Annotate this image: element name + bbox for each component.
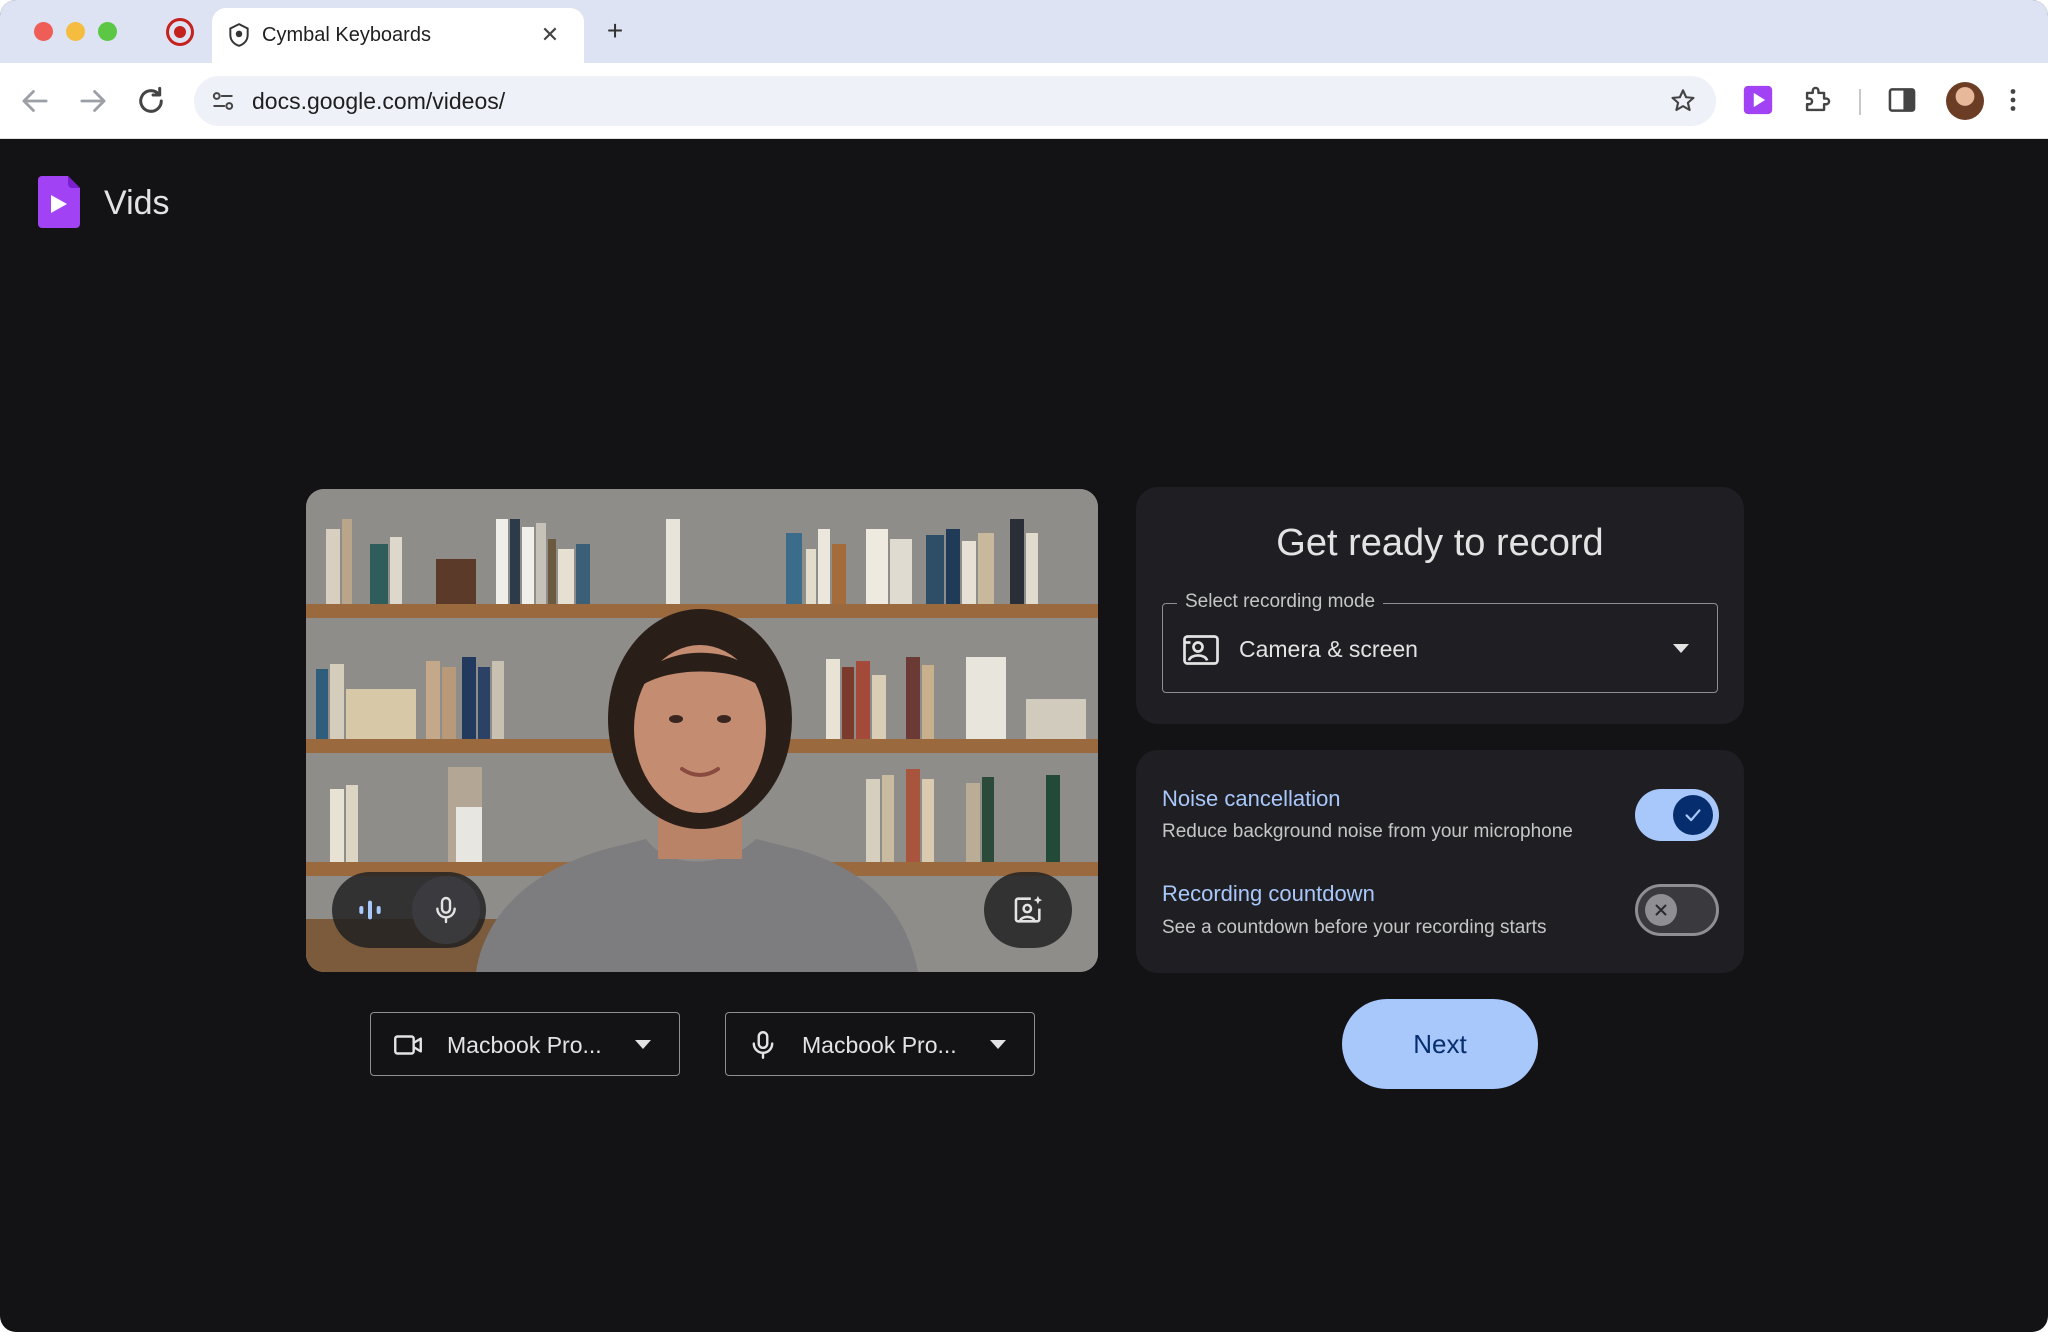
recording-mode-value: Camera & screen (1239, 636, 1418, 662)
site-settings-icon[interactable] (208, 86, 238, 116)
forward-arrow-icon (80, 90, 106, 112)
tab-active[interactable]: Cymbal Keyboards ✕ (212, 8, 584, 63)
noise-cancellation-toggle[interactable] (1635, 789, 1719, 841)
forward-button[interactable] (74, 82, 112, 120)
profile-avatar[interactable] (1946, 82, 1984, 120)
microphone-select[interactable]: Macbook Pro... (725, 1012, 1035, 1076)
microphone-icon (752, 1031, 774, 1059)
microphone-select-label: Macbook Pro... (802, 1032, 957, 1058)
tab-title: Cymbal Keyboards (262, 24, 431, 46)
recording-countdown-description: See a countdown before your recording st… (1162, 917, 1547, 938)
shield-favicon-icon (229, 23, 249, 47)
background-effects-button[interactable] (984, 872, 1072, 948)
recording-mode-select[interactable]: Select recording mode Camera & screen (1162, 591, 1718, 693)
microphone-icon (436, 896, 456, 924)
audio-controls (332, 872, 486, 948)
chevron-down-icon (990, 1040, 1006, 1049)
back-button[interactable] (16, 82, 54, 120)
camera-screen-icon (1183, 635, 1219, 665)
app-name: Vids (104, 184, 170, 222)
recording-indicator-icon (166, 18, 194, 46)
noise-cancellation-description: Reduce background noise from your microp… (1162, 821, 1573, 842)
camera-select-label: Macbook Pro... (447, 1032, 602, 1058)
videocam-icon (394, 1035, 422, 1055)
audio-level-button[interactable] (336, 876, 404, 944)
audio-level-icon (359, 900, 381, 920)
vids-extension-icon[interactable] (1741, 83, 1775, 117)
camera-preview (306, 489, 1098, 972)
bookmark-star-icon[interactable] (1668, 86, 1698, 116)
toolbar-divider (1859, 89, 1861, 115)
browser-window: Cymbal Keyboards ✕ + docs.google.com/vid… (0, 0, 2048, 1332)
vids-logo-icon[interactable] (38, 176, 80, 228)
recording-countdown-toggle[interactable] (1635, 884, 1719, 936)
toggle-knob (1645, 894, 1677, 926)
maximize-window-button[interactable] (98, 22, 117, 41)
tab-strip: Cymbal Keyboards ✕ + (0, 0, 2048, 63)
chevron-down-icon (1673, 644, 1689, 653)
chevron-down-icon (635, 1040, 651, 1049)
new-tab-button[interactable]: + (600, 16, 630, 46)
reload-button[interactable] (132, 82, 170, 120)
address-bar[interactable]: docs.google.com/videos/ (194, 76, 1716, 126)
reload-icon (139, 86, 163, 113)
recording-mode-card: Get ready to record Select recording mod… (1136, 487, 1744, 724)
next-button[interactable]: Next (1342, 999, 1538, 1089)
check-icon (1685, 809, 1701, 822)
minimize-window-button[interactable] (66, 22, 85, 41)
microphone-toggle-button[interactable] (412, 876, 480, 944)
tab-close-icon[interactable]: ✕ (536, 21, 564, 49)
url-text[interactable]: docs.google.com/videos/ (252, 88, 505, 114)
side-panel-icon[interactable] (1885, 83, 1919, 117)
camera-select[interactable]: Macbook Pro... (370, 1012, 680, 1076)
close-icon (1655, 904, 1667, 916)
extensions-puzzle-icon[interactable] (1800, 83, 1834, 117)
background-effects-icon (1014, 895, 1043, 923)
recording-settings-card: Noise cancellation Reduce background noi… (1136, 750, 1744, 973)
noise-cancellation-title: Noise cancellation (1162, 786, 1341, 811)
back-arrow-icon (22, 90, 48, 112)
recording-countdown-title: Recording countdown (1162, 881, 1375, 906)
close-window-button[interactable] (34, 22, 53, 41)
more-vert-icon[interactable] (1996, 83, 2030, 117)
toggle-knob (1673, 795, 1713, 835)
browser-toolbar: docs.google.com/videos/ (0, 63, 2048, 139)
recording-mode-label: Select recording mode (1177, 591, 1384, 613)
page-title: Get ready to record (1276, 522, 1604, 564)
